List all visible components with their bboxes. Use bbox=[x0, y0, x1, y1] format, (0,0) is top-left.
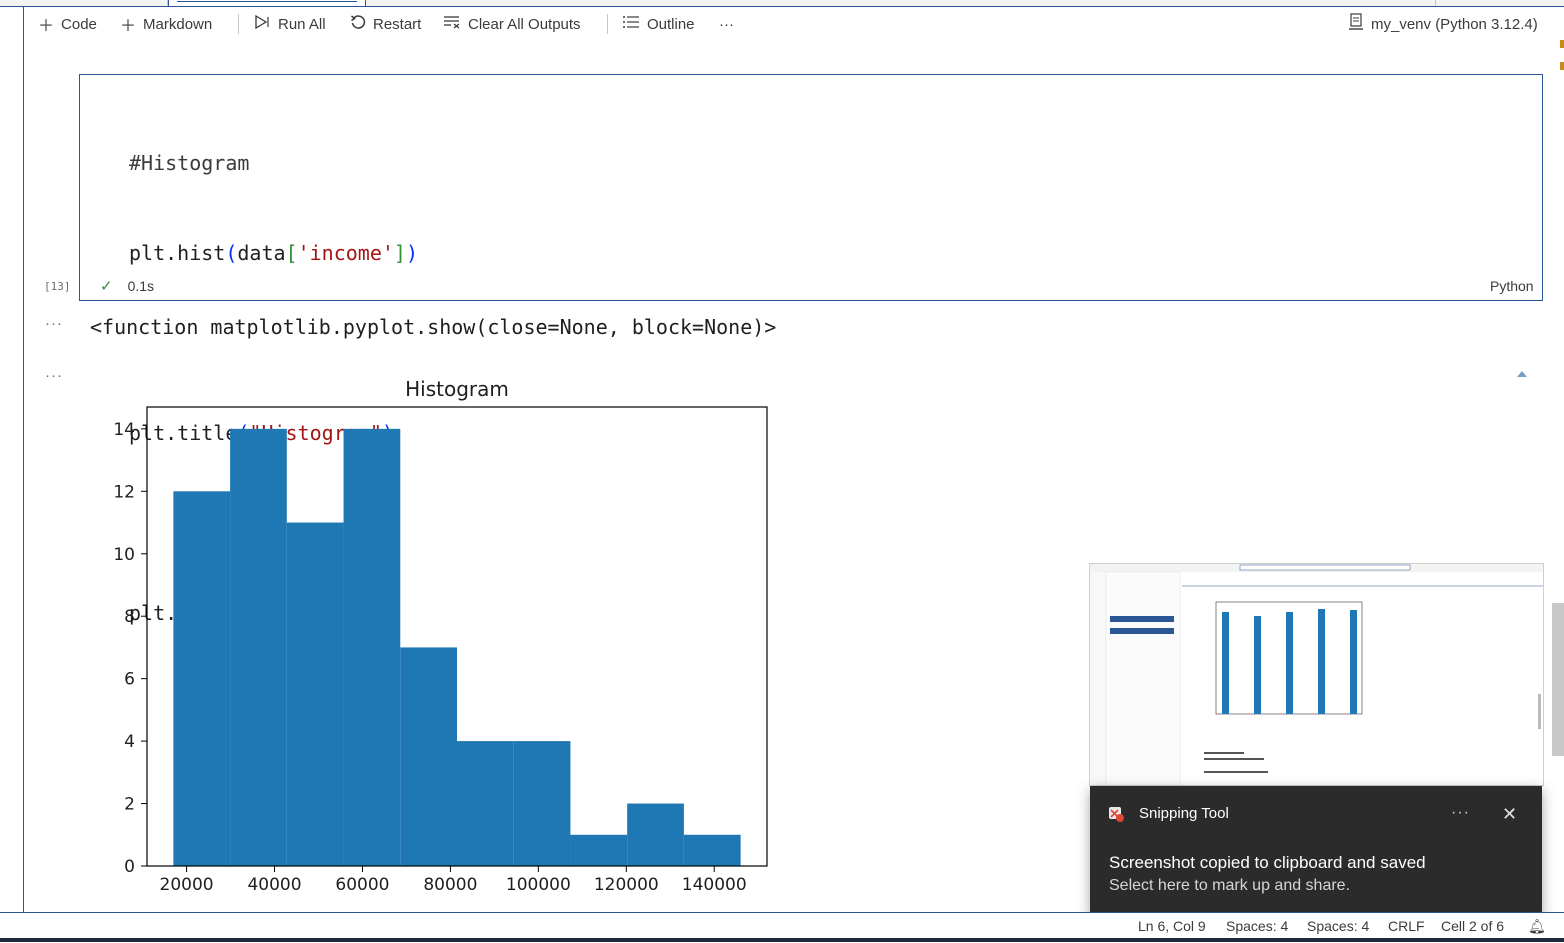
code-line: #Histogram bbox=[129, 151, 250, 175]
bracket-token: [ bbox=[285, 241, 298, 265]
histogram-bar bbox=[457, 741, 514, 866]
x-tick-label: 80000 bbox=[423, 875, 477, 895]
y-tick-label: 10 bbox=[113, 545, 135, 565]
kernel-icon bbox=[1348, 12, 1364, 36]
toast-message: Screenshot copied to clipboard and saved bbox=[1109, 853, 1426, 872]
add-markdown-label: Markdown bbox=[143, 15, 213, 33]
y-axis-ticks: 0 2 4 6 8 10 12 14 bbox=[113, 420, 147, 877]
plus-icon: ＋ bbox=[120, 18, 137, 35]
status-line-ending[interactable]: CRLF bbox=[1388, 918, 1425, 934]
clear-outputs-label: Clear All Outputs bbox=[468, 15, 581, 33]
execution-count: [13] bbox=[44, 280, 71, 293]
cell-language-indicator[interactable]: Python bbox=[1490, 278, 1534, 294]
run-all-icon bbox=[253, 14, 271, 35]
x-tick-label: 40000 bbox=[247, 875, 301, 895]
active-editor-tab[interactable] bbox=[168, 0, 366, 6]
code-line-text: plt.hist(data['income']) bbox=[129, 241, 418, 265]
histogram-chart: Histogram 20000 40000 60000 80000 100000 1200… bbox=[113, 377, 768, 895]
toast-sub-message: Select here to mark up and share. bbox=[1109, 877, 1351, 894]
code-token: plt.hist bbox=[129, 241, 226, 265]
status-cursor-position[interactable]: Ln 6, Col 9 bbox=[1138, 918, 1206, 934]
chart-title: Histogram bbox=[405, 377, 509, 401]
histogram-bar bbox=[627, 803, 684, 866]
outline-button[interactable]: Outline bbox=[622, 14, 695, 34]
y-tick-label: 6 bbox=[124, 670, 135, 690]
restart-label: Restart bbox=[373, 15, 422, 33]
more-actions-label: ··· bbox=[719, 15, 734, 33]
y-tick-label: 12 bbox=[113, 482, 135, 502]
snipping-tool-icon bbox=[1109, 807, 1124, 822]
histogram-bar bbox=[570, 834, 628, 866]
notebook-toolbar: ＋ Code ＋ Markdown Run All Restart Clear … bbox=[24, 8, 1564, 40]
tab-separator bbox=[1435, 0, 1436, 6]
output-actions-menu[interactable]: ··· bbox=[45, 367, 63, 384]
status-cell-indicator[interactable]: Cell 2 of 6 bbox=[1441, 918, 1504, 934]
screenshot-preview-thumbnail[interactable] bbox=[1089, 563, 1544, 786]
status-indentation[interactable]: Spaces: 4 bbox=[1226, 918, 1288, 934]
histogram-bar bbox=[286, 522, 344, 866]
y-tick-label: 8 bbox=[124, 607, 135, 627]
y-tick-label: 2 bbox=[124, 795, 135, 815]
overview-ruler-markers bbox=[1560, 40, 1564, 70]
add-markdown-cell-button[interactable]: ＋ Markdown bbox=[120, 14, 213, 36]
collapse-output-arrow-icon[interactable] bbox=[1517, 371, 1527, 377]
histogram-bar bbox=[683, 834, 741, 866]
x-tick-label: 120000 bbox=[594, 875, 659, 895]
clear-outputs-icon bbox=[443, 15, 461, 34]
more-actions-button[interactable]: ··· bbox=[719, 14, 734, 34]
check-icon: ✓ bbox=[100, 278, 113, 295]
code-line: plt.hist(data['income']) bbox=[129, 238, 418, 268]
bracket-token: ( bbox=[225, 241, 238, 265]
histogram-bar bbox=[173, 491, 231, 866]
x-tick-label: 20000 bbox=[160, 875, 214, 895]
toast-app-name: Snipping Tool bbox=[1139, 805, 1229, 822]
execution-duration: 0.1s bbox=[127, 278, 155, 294]
bracket-token: ) bbox=[405, 241, 419, 265]
toolbar-separator bbox=[607, 14, 608, 34]
vertical-scrollbar-thumb[interactable] bbox=[1552, 603, 1564, 756]
notifications-bell-icon[interactable]: 🔔︎ bbox=[1528, 918, 1546, 935]
taskbar-edge bbox=[0, 938, 1564, 942]
output-actions-menu[interactable]: ··· bbox=[45, 315, 63, 332]
bracket-token: ] bbox=[393, 241, 406, 265]
histogram-bars bbox=[173, 428, 741, 866]
code-token: data bbox=[237, 241, 286, 265]
editor-tab-strip bbox=[0, 0, 1564, 7]
snipping-tool-notification[interactable]: Snipping Tool ··· ✕ Screenshot copied to… bbox=[1090, 786, 1542, 920]
x-tick-label: 140000 bbox=[682, 875, 747, 895]
histogram-bar bbox=[513, 741, 571, 866]
string-token: 'income' bbox=[297, 241, 394, 265]
x-axis-ticks: 20000 40000 60000 80000 100000 120000 140000 bbox=[160, 866, 747, 895]
y-tick-label: 0 bbox=[124, 857, 135, 877]
histogram-bar bbox=[343, 428, 401, 866]
toast-more-options-button[interactable]: ··· bbox=[1451, 804, 1470, 822]
restart-button[interactable]: Restart bbox=[350, 14, 421, 34]
text-output: <function matplotlib.pyplot.show(close=N… bbox=[90, 315, 777, 339]
x-tick-label: 100000 bbox=[506, 875, 571, 895]
kernel-picker[interactable]: my_venv (Python 3.12.4) bbox=[1348, 12, 1538, 36]
x-tick-label: 60000 bbox=[335, 875, 389, 895]
run-all-label: Run All bbox=[278, 15, 326, 33]
y-tick-label: 14 bbox=[113, 420, 135, 440]
status-bar: Ln 6, Col 9 Spaces: 4 Spaces: 4 CRLF Cel… bbox=[0, 912, 1564, 943]
status-indentation[interactable]: Spaces: 4 bbox=[1307, 918, 1369, 934]
outline-icon bbox=[622, 15, 640, 34]
plus-icon: ＋ bbox=[38, 18, 55, 35]
outline-label: Outline bbox=[647, 15, 695, 33]
clear-all-outputs-button[interactable]: Clear All Outputs bbox=[443, 14, 581, 34]
run-all-button[interactable]: Run All bbox=[253, 14, 326, 34]
histogram-bar bbox=[400, 647, 457, 866]
preview-image bbox=[1090, 564, 1543, 785]
restart-icon bbox=[350, 14, 366, 35]
notebook-left-border bbox=[23, 6, 24, 912]
add-code-label: Code bbox=[61, 15, 97, 33]
kernel-label: my_venv (Python 3.12.4) bbox=[1371, 15, 1538, 33]
add-code-cell-button[interactable]: ＋ Code bbox=[38, 14, 97, 36]
histogram-bar bbox=[230, 428, 287, 866]
toast-close-icon[interactable]: ✕ bbox=[1502, 804, 1517, 825]
toolbar-separator bbox=[238, 14, 239, 34]
y-tick-label: 4 bbox=[124, 732, 135, 752]
cell-execution-status: ✓ 0.1s bbox=[100, 277, 154, 295]
